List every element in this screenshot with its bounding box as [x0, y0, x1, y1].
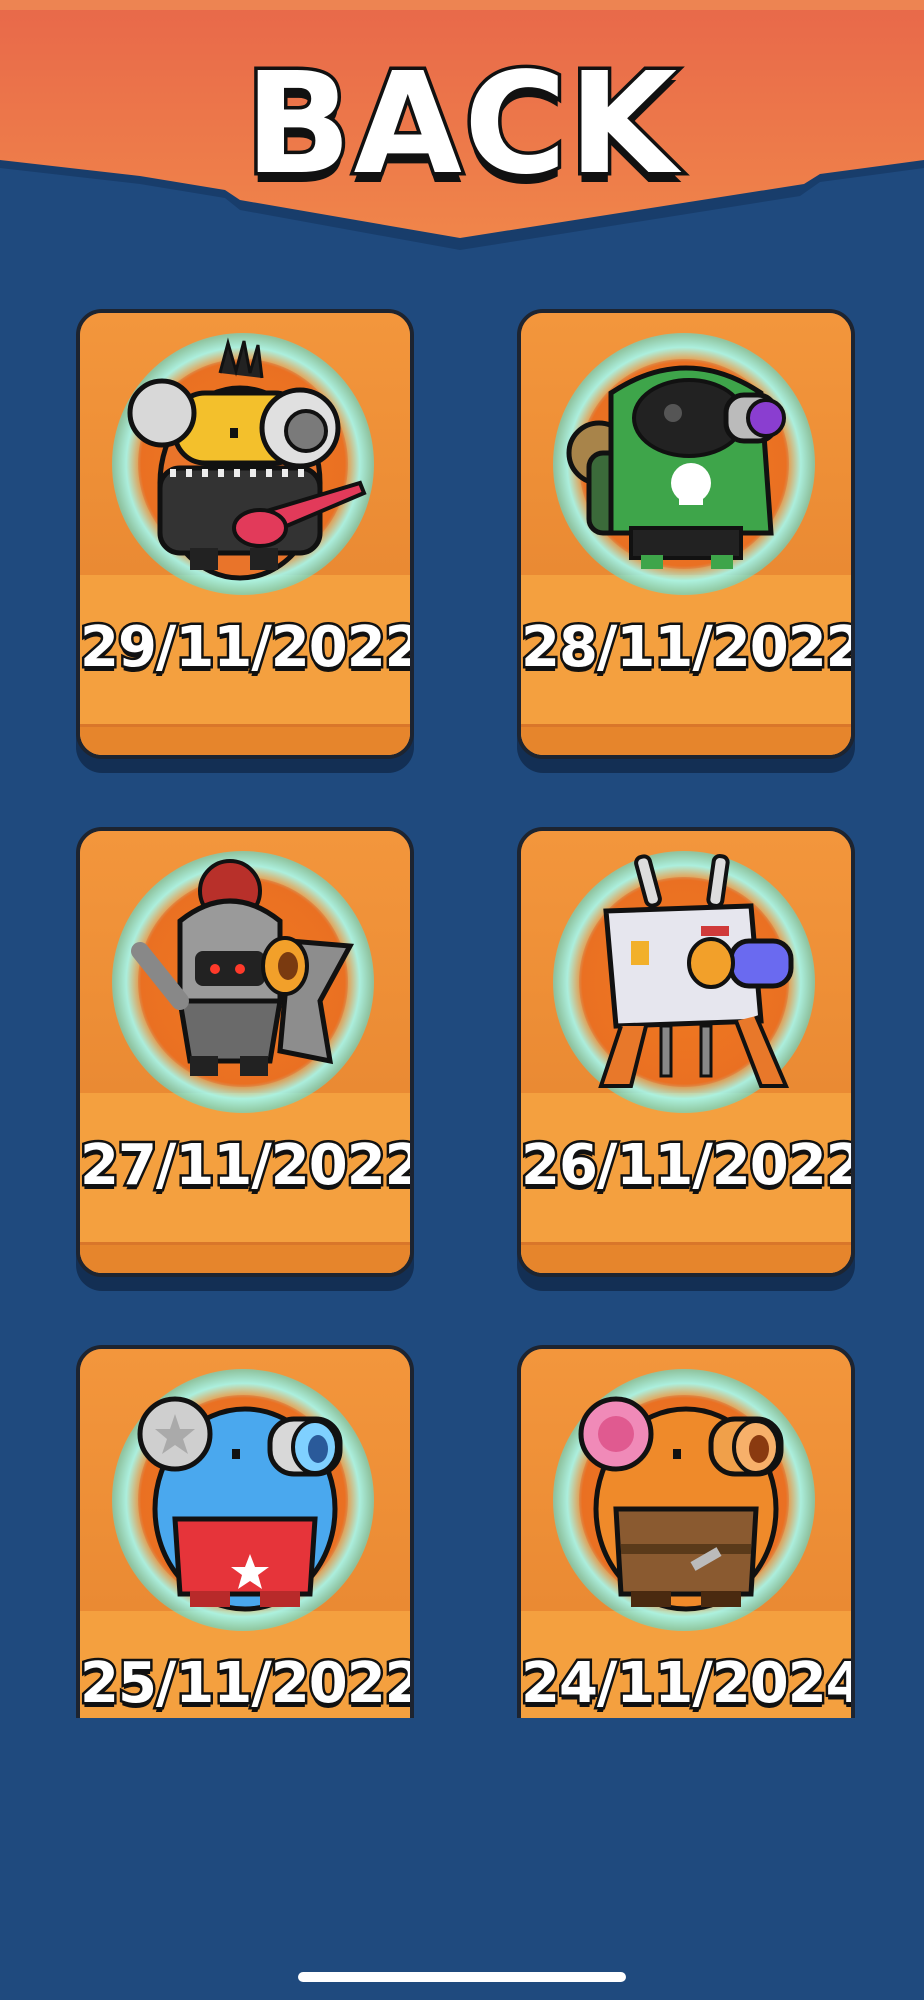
punk-guitarist-character	[127, 337, 367, 581]
reward-date: 26/11/2022	[521, 1131, 855, 1201]
reward-date: 27/11/2022	[80, 1131, 414, 1201]
reward-grid: 29/11/2022 28/11/2022 27/11/2022 26/11/2…	[0, 0, 924, 1795]
reward-card[interactable]: 28/11/2022	[517, 309, 855, 759]
card-base	[521, 1242, 851, 1273]
card-base	[80, 1242, 410, 1273]
reward-date: 29/11/2022	[80, 613, 414, 683]
reward-card[interactable]: 29/11/2022	[76, 309, 414, 759]
reward-card[interactable]: 26/11/2022	[517, 827, 855, 1277]
home-indicator[interactable]	[298, 1972, 626, 1982]
reward-date: 24/11/2024	[521, 1649, 855, 1719]
knight-helmet-character	[131, 859, 355, 1076]
reward-date: 28/11/2022	[521, 613, 855, 683]
reward-card[interactable]: 27/11/2022	[76, 827, 414, 1277]
orange-pink-character	[578, 1396, 784, 1612]
card-base	[521, 724, 851, 755]
blue-wrestler-character	[137, 1396, 343, 1612]
robot-walker-character	[598, 854, 794, 1088]
card-base	[80, 724, 410, 755]
reward-date: 25/11/2022	[80, 1649, 414, 1719]
scroll-clip-area	[0, 1718, 924, 2000]
gas-mask-hoodie-character	[566, 365, 786, 569]
